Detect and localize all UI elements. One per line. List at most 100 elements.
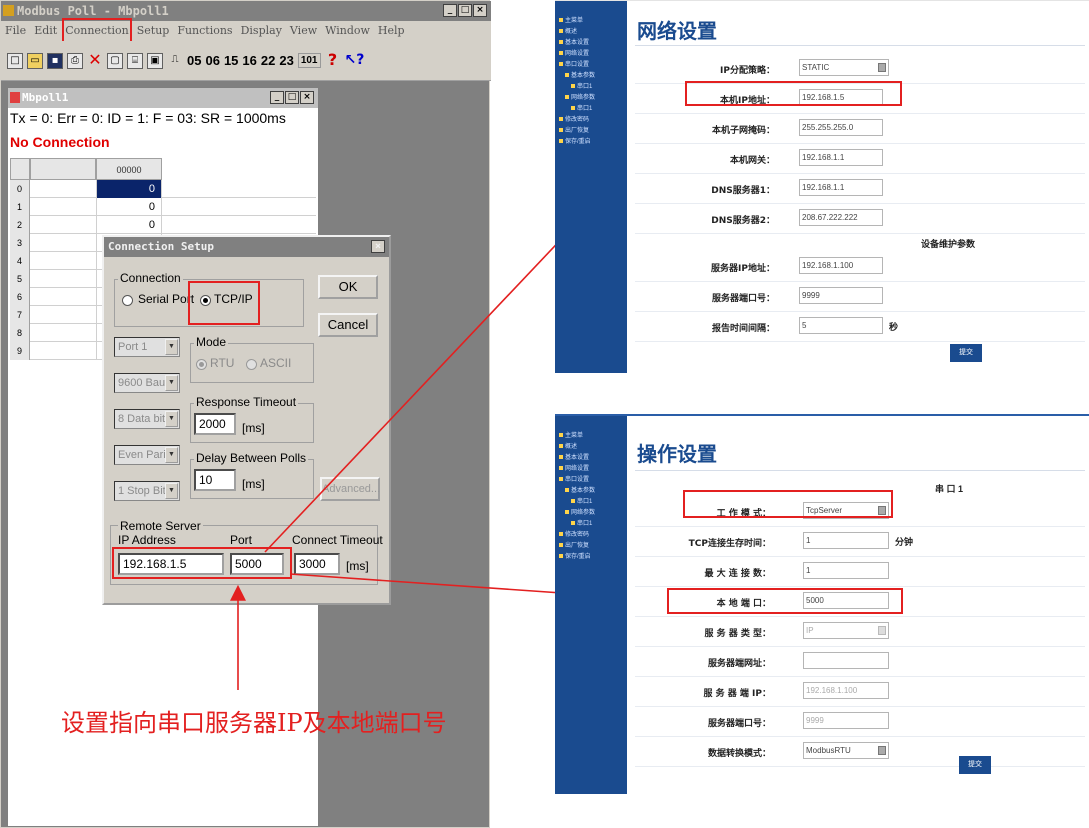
field-unit: 秒 [889, 323, 899, 333]
advanced-button[interactable]: Advanced... [320, 477, 380, 501]
delete-icon[interactable]: ✕ [87, 51, 103, 69]
sidebar-item[interactable]: 概述 [559, 26, 577, 35]
sidebar-item[interactable]: 主菜单 [559, 15, 583, 24]
ip-address-input[interactable]: 192.168.1.5 [118, 553, 224, 575]
port-input[interactable]: 5000 [230, 553, 284, 575]
pulse-icon[interactable]: ⎍ [167, 53, 183, 69]
toolbar: □ ▭ ▪ ⎙ ✕ ▢ ⌸ ▣ ⎍ 05 06 15 16 22 23 101 … [1, 41, 491, 81]
menu-window[interactable]: Window [325, 21, 370, 41]
sidebar-item[interactable]: 基本设置 [559, 452, 589, 461]
window-icon[interactable]: ▢ [107, 52, 123, 69]
field-input[interactable]: 1 [803, 562, 889, 579]
sidebar-item[interactable]: 保存/重启 [559, 551, 591, 560]
field-input[interactable]: 208.67.222.222 [799, 209, 883, 226]
ok-button[interactable]: OK [318, 275, 378, 299]
response-timeout-input[interactable]: 2000 [194, 413, 236, 435]
sidebar-item[interactable]: 网络设置 [559, 48, 589, 57]
help-icon[interactable]: ? [325, 51, 341, 69]
field-input[interactable]: 192.168.1.1 [799, 179, 883, 196]
rtu-label: RTU [210, 356, 235, 370]
serial-port-radio[interactable] [122, 295, 133, 306]
field-select[interactable]: IP [803, 622, 889, 639]
field-input[interactable]: 1 [803, 532, 889, 549]
sidebar-item[interactable]: 出厂恢复 [559, 125, 589, 134]
sidebar-item[interactable]: 修改密码 [559, 114, 589, 123]
connect-timeout-input[interactable]: 3000 [294, 553, 340, 575]
new-file-icon[interactable]: □ [7, 52, 23, 69]
field-input[interactable]: 192.168.1.1 [799, 149, 883, 166]
child-close-button[interactable]: × [300, 91, 314, 104]
menu-help[interactable]: Help [378, 21, 405, 41]
network-submit-button[interactable]: 提交 [950, 344, 982, 362]
function-05-button[interactable]: 05 [187, 53, 201, 68]
child-minimize-button[interactable]: _ [270, 91, 284, 104]
menu-functions[interactable]: Functions [177, 21, 232, 41]
menu-edit[interactable]: Edit [34, 21, 57, 41]
sidebar-item[interactable]: 串口设置 [559, 59, 589, 68]
tcpip-radio[interactable] [200, 295, 211, 306]
sidebar-item[interactable]: 主菜单 [559, 430, 583, 439]
register-value-cell[interactable]: 0 [96, 216, 162, 234]
sidebar-item[interactable]: 网络参数 [565, 507, 595, 516]
field-input[interactable]: 5 [799, 317, 883, 334]
function-06-button[interactable]: 06 [205, 53, 219, 68]
port-combo[interactable]: Port 1 ▼ [114, 337, 180, 357]
function-22-button[interactable]: 22 [261, 53, 275, 68]
read-icon[interactable]: ▣ [147, 52, 163, 69]
minimize-button[interactable]: _ [443, 4, 457, 17]
menu-setup[interactable]: Setup [137, 21, 170, 41]
remote-server-label: Remote Server [118, 519, 203, 533]
sidebar-item[interactable]: 串口1 [571, 103, 592, 112]
field-input[interactable]: 192.168.1.100 [803, 682, 889, 699]
register-value-cell[interactable]: 0 [96, 198, 162, 216]
sidebar-item[interactable]: 修改密码 [559, 529, 589, 538]
open-folder-icon[interactable]: ▭ [27, 52, 43, 69]
data-bits-combo[interactable]: 8 Data bits ▼ [114, 409, 180, 429]
save-icon[interactable]: ▪ [47, 52, 63, 69]
sidebar-item[interactable]: 网络参数 [565, 92, 595, 101]
operation-submit-button[interactable]: 提交 [959, 756, 991, 774]
function-23-button[interactable]: 23 [279, 53, 293, 68]
child-maximize-button[interactable]: □ [285, 91, 299, 104]
function-15-button[interactable]: 15 [224, 53, 238, 68]
sidebar-item[interactable]: 基本参数 [565, 70, 595, 79]
sidebar-item[interactable]: 基本设置 [559, 37, 589, 46]
connect-icon[interactable]: ⌸ [127, 52, 143, 69]
sidebar-item[interactable]: 串口1 [571, 518, 592, 527]
menu-view[interactable]: View [290, 21, 317, 41]
baud-combo[interactable]: 9600 Baud ▼ [114, 373, 180, 393]
sidebar-item[interactable]: 串口1 [571, 496, 592, 505]
register-value-cell[interactable]: 0 [96, 180, 162, 198]
stop-bit-combo[interactable]: 1 Stop Bit ▼ [114, 481, 180, 501]
sidebar-item[interactable]: 串口1 [571, 81, 592, 90]
field-label: DNS服务器1： [711, 186, 775, 196]
rtu-radio[interactable] [196, 359, 207, 370]
close-button[interactable]: × [473, 4, 487, 17]
field-select[interactable]: ModbusRTU [803, 742, 889, 759]
ip-strategy-select[interactable]: STATIC [799, 59, 889, 76]
sidebar-item[interactable]: 网络设置 [559, 463, 589, 472]
dialog-close-button[interactable]: × [371, 240, 385, 253]
menu-file[interactable]: File [5, 21, 26, 41]
sidebar-item[interactable]: 出厂恢复 [559, 540, 589, 549]
sidebar-item[interactable]: 保存/重启 [559, 136, 591, 145]
ascii-radio[interactable] [246, 359, 257, 370]
field-input[interactable]: 255.255.255.0 [799, 119, 883, 136]
menu-connection[interactable]: Connection [62, 18, 132, 44]
field-input[interactable]: 9999 [799, 287, 883, 304]
sidebar-item[interactable]: 串口设置 [559, 474, 589, 483]
maximize-button[interactable]: □ [458, 4, 472, 17]
function-16-button[interactable]: 16 [242, 53, 256, 68]
parity-combo[interactable]: Even Parity ▼ [114, 445, 180, 465]
print-icon[interactable]: ⎙ [67, 52, 83, 69]
context-help-icon[interactable]: ↖? [345, 53, 365, 69]
field-input[interactable]: 192.168.1.100 [799, 257, 883, 274]
field-input[interactable]: 9999 [803, 712, 889, 729]
delay-input[interactable]: 10 [194, 469, 236, 491]
menu-display[interactable]: Display [241, 21, 282, 41]
cancel-button[interactable]: Cancel [318, 313, 378, 337]
field-input[interactable] [803, 652, 889, 669]
function-101-button[interactable]: 101 [297, 53, 321, 68]
sidebar-item[interactable]: 概述 [559, 441, 577, 450]
sidebar-item[interactable]: 基本参数 [565, 485, 595, 494]
